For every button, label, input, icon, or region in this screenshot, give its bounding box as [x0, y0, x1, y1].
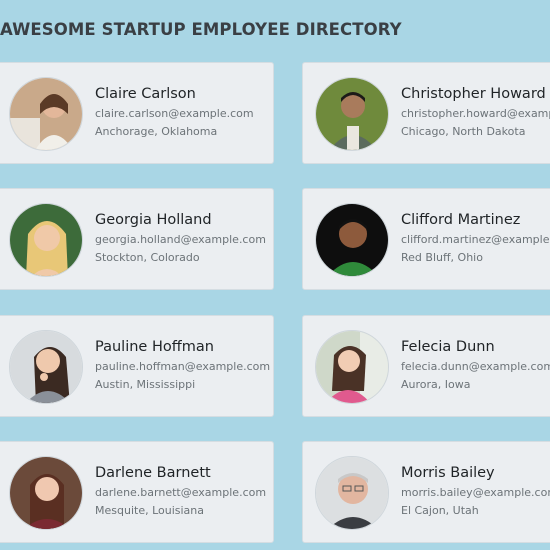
employee-info: Claire Carlson claire.carlson@example.co…: [95, 85, 254, 139]
employee-directory-page: AWESOME STARTUP EMPLOYEE DIRECTORY Clair…: [0, 0, 550, 550]
employee-name[interactable]: Darlene Barnett: [95, 464, 266, 482]
employee-card[interactable]: Morris Bailey morris.bailey@example.com …: [302, 441, 550, 543]
employee-info: Darlene Barnett darlene.barnett@example.…: [95, 464, 266, 518]
employee-name[interactable]: Morris Bailey: [401, 464, 550, 482]
employee-location: Aurora, Iowa: [401, 378, 471, 391]
employee-card[interactable]: Claire Carlson claire.carlson@example.co…: [0, 62, 274, 164]
employee-info: Clifford Martinez clifford.martinez@exam…: [401, 211, 550, 265]
employee-location: El Cajon, Utah: [401, 504, 479, 517]
employee-name[interactable]: Georgia Holland: [95, 211, 266, 229]
employee-card[interactable]: Pauline Hoffman pauline.hoffman@example.…: [0, 315, 274, 417]
employee-email[interactable]: morris.bailey@example.com: [401, 486, 550, 500]
avatar: [315, 330, 389, 404]
employee-info: Georgia Holland georgia.holland@example.…: [95, 211, 266, 265]
employee-email[interactable]: georgia.holland@example.com: [95, 233, 266, 247]
page-title: AWESOME STARTUP EMPLOYEE DIRECTORY: [0, 20, 402, 39]
employee-location: Chicago, North Dakota: [401, 125, 526, 138]
employee-location: Anchorage, Oklahoma: [95, 125, 218, 138]
employee-email[interactable]: felecia.dunn@example.com: [401, 360, 550, 374]
employee-card[interactable]: Clifford Martinez clifford.martinez@exam…: [302, 188, 550, 290]
avatar: [9, 330, 83, 404]
avatar: [9, 77, 83, 151]
employee-name[interactable]: Pauline Hoffman: [95, 338, 270, 356]
employee-location: Stockton, Colorado: [95, 251, 200, 264]
employee-card[interactable]: Darlene Barnett darlene.barnett@example.…: [0, 441, 274, 543]
employee-card[interactable]: Felecia Dunn felecia.dunn@example.com Au…: [302, 315, 550, 417]
employee-location: Austin, Mississippi: [95, 378, 196, 391]
employee-email[interactable]: clifford.martinez@example.com: [401, 233, 550, 247]
avatar: [9, 456, 83, 530]
employee-info: Morris Bailey morris.bailey@example.com …: [401, 464, 550, 518]
employee-name[interactable]: Clifford Martinez: [401, 211, 550, 229]
employee-email[interactable]: christopher.howard@example.com: [401, 107, 550, 121]
employee-email[interactable]: pauline.hoffman@example.com: [95, 360, 270, 374]
employee-location: Red Bluff, Ohio: [401, 251, 483, 264]
avatar: [315, 77, 389, 151]
employee-info: Christopher Howard christopher.howard@ex…: [401, 85, 550, 139]
employee-info: Felecia Dunn felecia.dunn@example.com Au…: [401, 338, 550, 392]
employee-card[interactable]: Georgia Holland georgia.holland@example.…: [0, 188, 274, 290]
avatar: [315, 456, 389, 530]
employee-email[interactable]: darlene.barnett@example.com: [95, 486, 266, 500]
avatar: [315, 203, 389, 277]
employee-name[interactable]: Felecia Dunn: [401, 338, 550, 356]
employee-name[interactable]: Christopher Howard: [401, 85, 550, 103]
employee-card[interactable]: Christopher Howard christopher.howard@ex…: [302, 62, 550, 164]
employee-location: Mesquite, Louisiana: [95, 504, 205, 517]
employee-name[interactable]: Claire Carlson: [95, 85, 254, 103]
employee-info: Pauline Hoffman pauline.hoffman@example.…: [95, 338, 270, 392]
avatar: [9, 203, 83, 277]
employee-email[interactable]: claire.carlson@example.com: [95, 107, 254, 121]
